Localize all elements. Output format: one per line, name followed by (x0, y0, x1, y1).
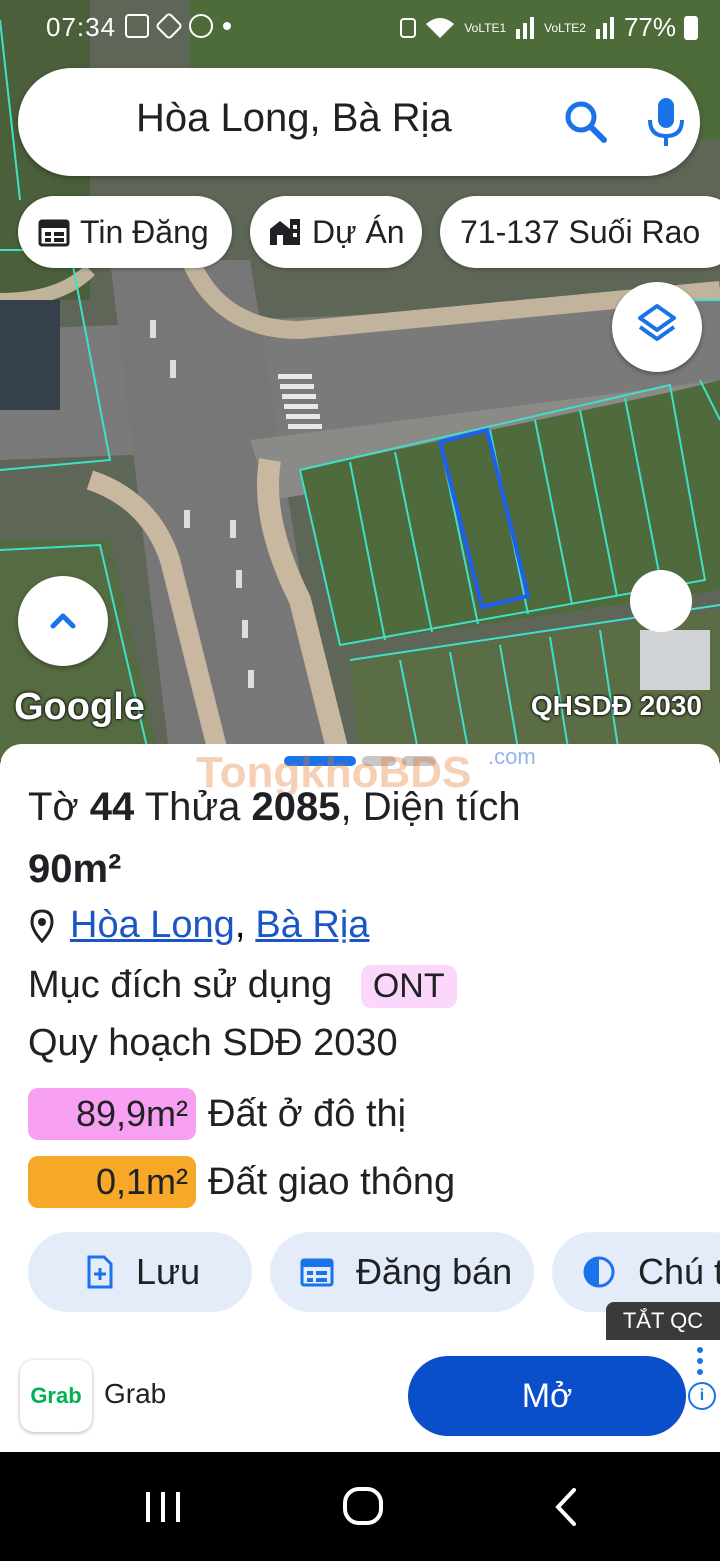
more-vert-icon[interactable] (696, 1346, 704, 1376)
home-icon[interactable] (342, 1486, 384, 1526)
land-use-name: Đất giao thông (208, 1160, 456, 1203)
legend-button[interactable]: Chú t (552, 1232, 720, 1312)
grab-logo: Grab (20, 1360, 92, 1432)
save-button[interactable]: Lưu (28, 1232, 252, 1312)
parcel-info-sheet[interactable]: TongkhoBDS .com Tờ 44 Thửa 2085, Diện tí… (0, 744, 720, 1340)
post-sale-label: Đăng bán (356, 1251, 513, 1292)
legend-label: Chú t (638, 1251, 720, 1292)
expand-button[interactable] (18, 576, 108, 666)
wifi-icon (426, 17, 455, 38)
plot-number: 2085 (251, 785, 341, 829)
lock-icon (400, 17, 417, 38)
ad-brand: Grab (104, 1378, 167, 1409)
post-sale-button[interactable]: Đăng bán (270, 1232, 534, 1312)
map-marker-dot[interactable] (630, 570, 692, 632)
calendar-icon (38, 219, 70, 247)
battery-percent: 77% (623, 12, 676, 42)
location-line: Hòa Long , Bà Rịa (28, 904, 369, 947)
ad-info-icon[interactable]: i (688, 1382, 716, 1410)
city-link[interactable]: Bà Rịa (255, 904, 369, 947)
chip-label: Tin Đăng (80, 213, 209, 250)
land-use-name: Đất ở đô thị (208, 1092, 407, 1135)
ad-open-button[interactable]: Mở (408, 1356, 686, 1436)
zalo-icon (189, 14, 213, 38)
sim2-label: VoLTE2 (544, 20, 586, 35)
notification-icons (125, 11, 231, 41)
layers-icon (638, 304, 676, 341)
ad-close-button[interactable]: TẮT QC (606, 1302, 720, 1340)
signal-icon (516, 16, 535, 39)
sheet-number: 44 (89, 785, 135, 829)
status-right: VoLTE1 VoLTE2 77% (400, 12, 698, 43)
ad-banner[interactable]: Grab Grab Mở i (0, 1340, 720, 1452)
system-nav-bar (0, 1452, 720, 1561)
location-separator: , (234, 904, 246, 946)
recent-apps-icon[interactable] (144, 1490, 182, 1524)
contrast-icon (583, 1256, 615, 1288)
search-icon[interactable] (562, 98, 610, 146)
land-use-area: 0,1m² (28, 1156, 196, 1208)
plot-prefix: Thửa (144, 785, 241, 829)
gallery-icon (125, 14, 149, 38)
parcel-area: 90m² (28, 847, 122, 891)
location-pin-icon (30, 908, 54, 943)
purpose-row: Mục đích sử dụng ONT (28, 964, 457, 1008)
chip-label: 71-137 Suối Rao (460, 213, 701, 250)
search-bar[interactable]: Hòa Long, Bà Rịa (18, 68, 700, 176)
search-query[interactable]: Hòa Long, Bà Rịa (136, 96, 452, 141)
layers-button[interactable] (612, 282, 702, 372)
parcel-title: Tờ 44 Thửa 2085, Diện tích 90m² (28, 776, 688, 900)
chip-label: Dự Án (312, 213, 405, 250)
buildings-icon (270, 219, 300, 245)
land-use-row: 0,1m² Đất giao thông (28, 1156, 455, 1208)
ward-link[interactable]: Hòa Long (70, 904, 235, 947)
more-notifications-icon (223, 22, 231, 30)
status-bar: 07:34 VoLTE1 VoLTE2 77% (0, 0, 720, 56)
land-use-row: 89,9m² Đất ở đô thị (28, 1088, 406, 1140)
purpose-label: Mục đích sử dụng (28, 964, 333, 1006)
chevron-up-icon (50, 613, 76, 629)
chip-du-an[interactable]: Dự Án (250, 196, 422, 268)
add-file-icon (87, 1255, 113, 1289)
navigation-icon (154, 11, 184, 41)
save-label: Lưu (136, 1251, 201, 1292)
status-time: 07:34 (46, 12, 117, 42)
area-prefix: , Diện tích (340, 785, 521, 829)
map-layer-tag: QHSDĐ 2030 (530, 690, 702, 721)
watermark-suffix: .com (488, 744, 536, 769)
chip-tin-dang[interactable]: Tin Đăng (18, 196, 232, 268)
sheet-prefix: Tờ (28, 785, 79, 829)
signal-icon (595, 16, 614, 39)
google-logo: Google (14, 686, 145, 728)
land-use-area: 89,9m² (28, 1088, 196, 1140)
chip-address[interactable]: 71-137 Suối Rao (440, 196, 720, 268)
battery-icon (684, 15, 698, 40)
mic-icon[interactable] (644, 96, 688, 148)
calendar-icon (300, 1258, 334, 1287)
plan-label: Quy hoạch SDĐ 2030 (28, 1022, 398, 1064)
back-icon[interactable] (552, 1486, 580, 1528)
sim1-label: VoLTE1 (464, 20, 507, 35)
purpose-badge: ONT (360, 965, 457, 1008)
